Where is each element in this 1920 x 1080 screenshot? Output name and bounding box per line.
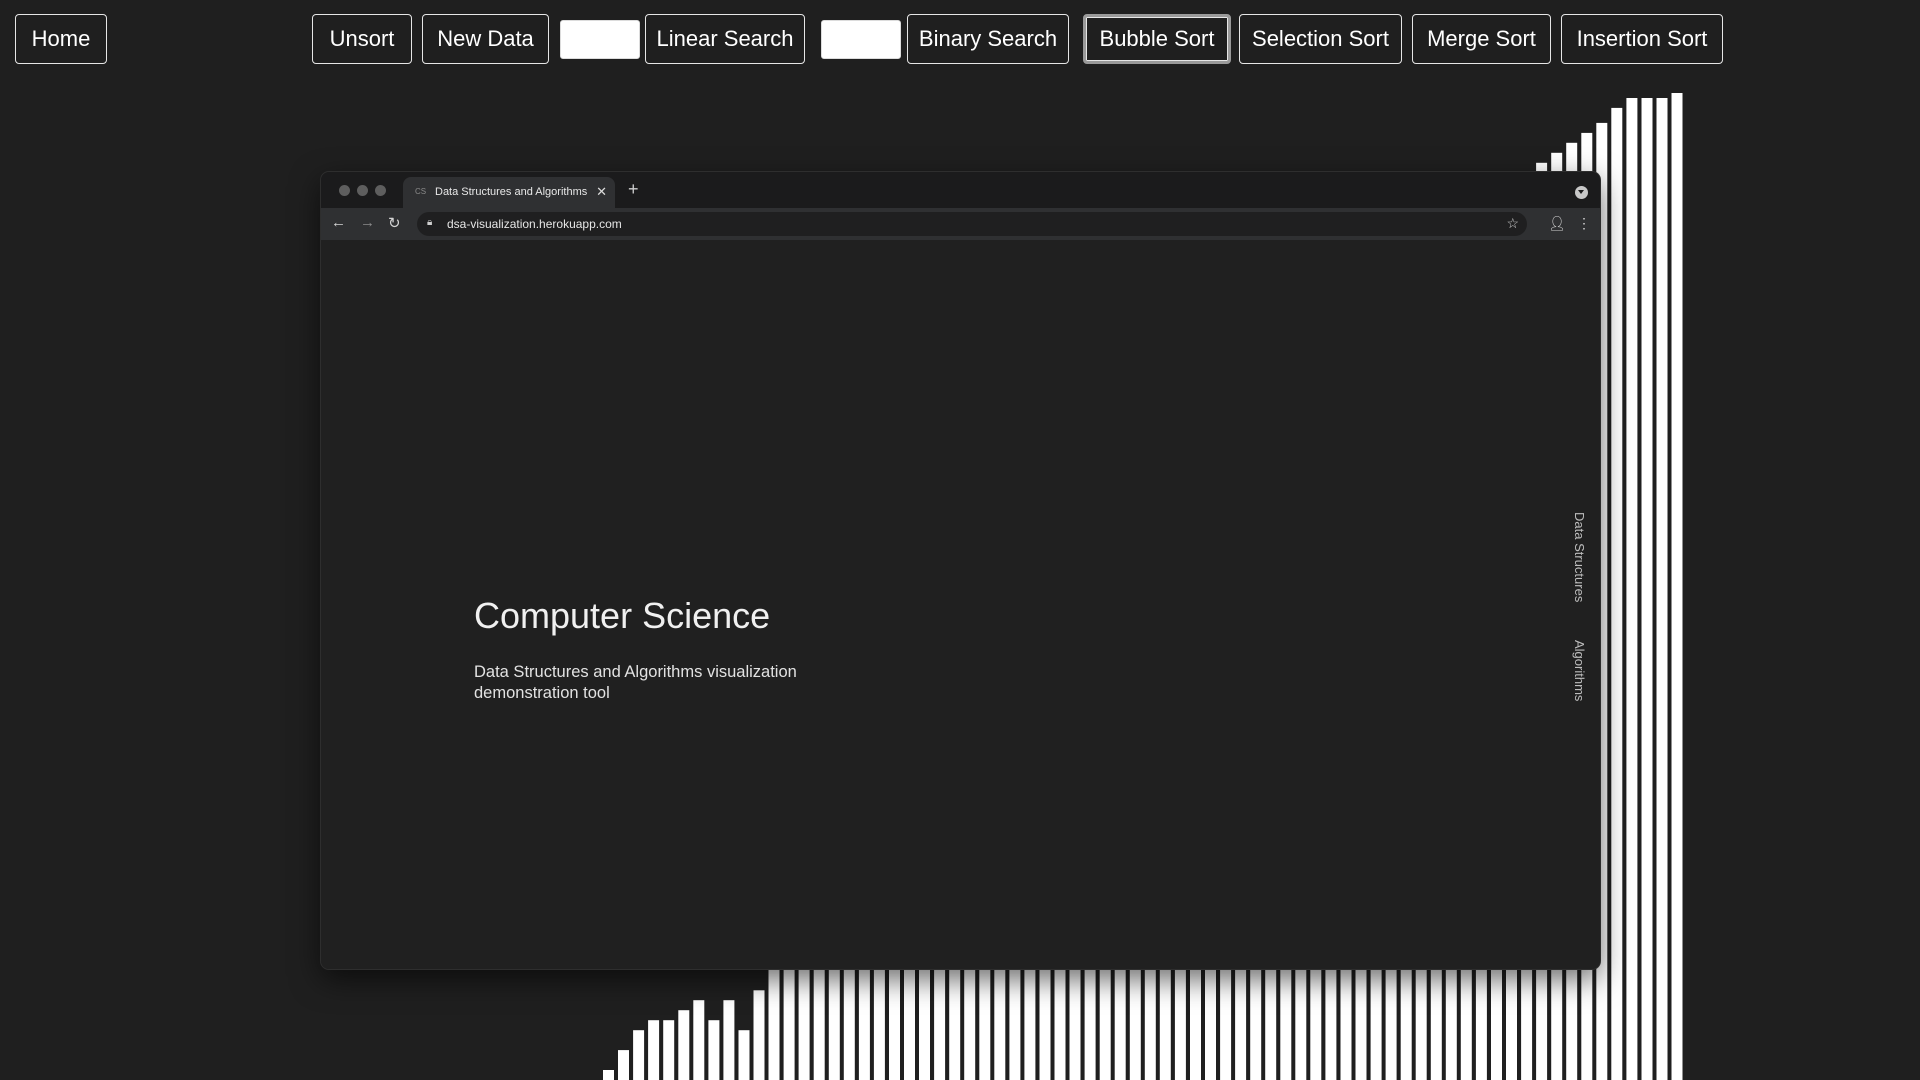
profile-icon[interactable]: 👤︎ [1548,215,1566,232]
browser-nav-bar: ← → ↻ 🔒︎ dsa-visualization.herokuapp.com… [321,208,1600,240]
linear-search-button[interactable]: Linear Search [645,14,805,64]
array-bar [678,1010,690,1080]
address-bar-url: dsa-visualization.herokuapp.com [447,217,622,231]
window-close-dot[interactable] [339,185,350,196]
browser-tab-strip: CS Data Structures and Algorithms ✕ + [321,172,1600,208]
array-bar [618,1050,629,1080]
lock-icon: 🔒︎ [427,217,433,228]
array-bar [1671,93,1683,1080]
address-bar[interactable]: 🔒︎ dsa-visualization.herokuapp.com ☆ [417,212,1527,236]
insertion-sort-button[interactable]: Insertion Sort [1561,14,1723,64]
hero-subtitle: Data Structures and Algorithms visualiza… [474,663,797,702]
side-link-algorithms[interactable]: Algorithms [1572,640,1587,701]
unsort-button[interactable]: Unsort [312,14,412,64]
linear-search-input[interactable] [560,20,640,59]
reload-icon[interactable]: ↻ [388,214,401,232]
browser-page-content: Computer Science Data Structures and Alg… [321,240,1600,969]
array-bar [1611,107,1623,1080]
array-bar [633,1030,645,1080]
window-maximize-dot[interactable] [375,185,386,196]
window-minimize-dot[interactable] [357,185,368,196]
array-bar [603,1070,614,1080]
merge-sort-button[interactable]: Merge Sort [1412,14,1551,64]
array-bar [693,1000,705,1080]
back-arrow-icon[interactable]: ← [331,214,346,231]
forward-arrow-icon[interactable]: → [360,214,375,231]
algorithm-toolbar: Home Unsort New Data Linear Search Binar… [0,0,1920,80]
embedded-browser-window: CS Data Structures and Algorithms ✕ + ← … [321,172,1600,969]
array-bar [738,1030,750,1080]
array-bar [1626,98,1638,1080]
binary-search-button[interactable]: Binary Search [907,14,1069,64]
star-icon[interactable]: ☆ [1506,215,1519,232]
bubble-sort-button[interactable]: Bubble Sort [1083,14,1231,64]
browser-tab[interactable]: CS Data Structures and Algorithms ✕ [403,177,615,208]
side-link-data-structures[interactable]: Data Structures [1572,512,1587,602]
array-bar [753,990,765,1080]
browser-tab-title: Data Structures and Algorithms [435,186,587,198]
plus-icon[interactable]: + [628,179,639,200]
home-button[interactable]: Home [15,14,107,64]
array-bar [708,1020,720,1080]
new-data-button[interactable]: New Data [422,14,549,64]
tab-search-icon[interactable] [1575,186,1588,199]
array-bar [648,1020,660,1080]
array-bar [1641,98,1653,1080]
array-bar [1656,98,1668,1080]
favicon-icon: CS [415,187,427,196]
kebab-menu-icon[interactable]: ⋮ [1577,215,1591,232]
selection-sort-button[interactable]: Selection Sort [1239,14,1402,64]
array-bar [723,1000,735,1080]
hero-title: Computer Science [474,595,771,636]
binary-search-input[interactable] [821,20,901,59]
array-bar [663,1020,675,1080]
close-icon[interactable]: ✕ [596,184,607,200]
